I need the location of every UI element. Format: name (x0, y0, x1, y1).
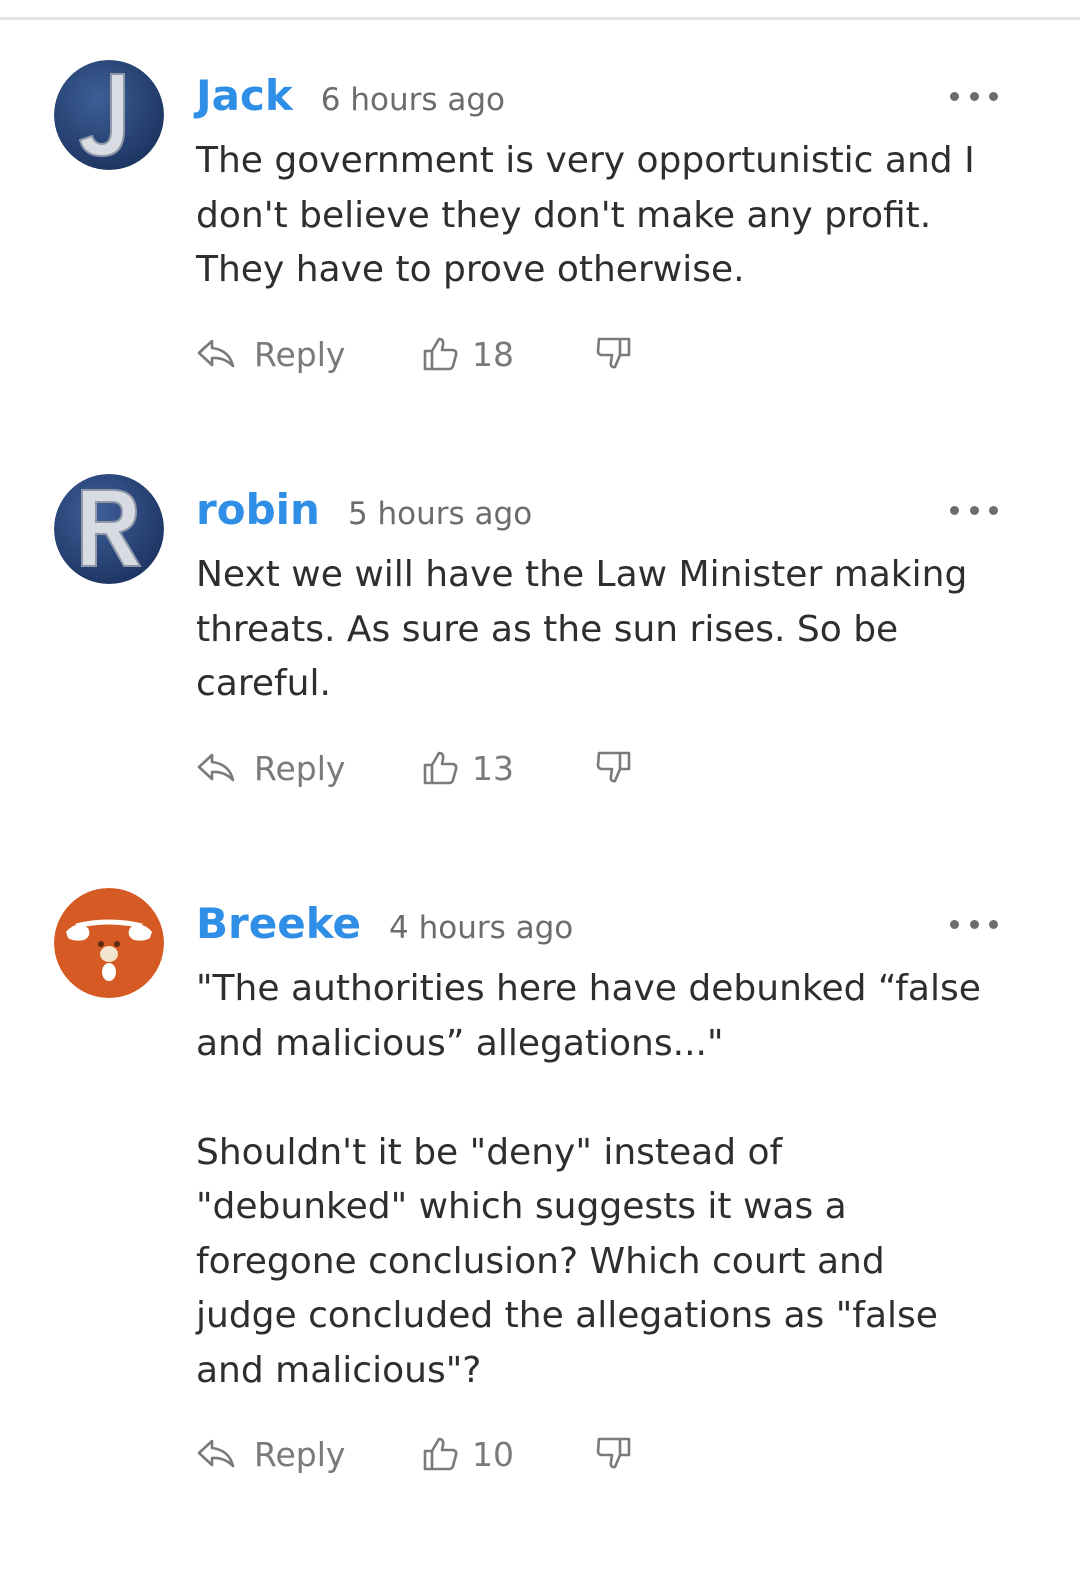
reply-button[interactable]: Reply (196, 1432, 345, 1476)
more-options-icon[interactable] (950, 88, 998, 104)
like-button[interactable]: 18 (422, 332, 514, 376)
avatar-r-image (54, 474, 164, 584)
timestamp: 6 hours ago (320, 82, 506, 118)
avatar-cartoon-image (54, 888, 164, 998)
reply-icon (197, 339, 235, 368)
dislike-button[interactable] (596, 1436, 632, 1476)
avatar[interactable] (54, 60, 164, 170)
like-count: 13 (472, 748, 514, 788)
dislike-button[interactable] (596, 750, 632, 790)
dislike-button[interactable] (596, 336, 632, 376)
comment-actions: Reply 10 (196, 1432, 656, 1476)
avatar[interactable] (54, 474, 164, 584)
timestamp: 4 hours ago (389, 910, 574, 946)
comment-text: "The authorities here have debunked “fal… (196, 968, 981, 1391)
more-options-icon[interactable] (950, 916, 998, 932)
reply-label: Reply (254, 748, 346, 788)
reply-button[interactable]: Reply (196, 332, 345, 376)
thumbs-up-icon (423, 337, 458, 371)
thumbs-down-icon (596, 337, 631, 369)
avatar[interactable] (54, 888, 164, 998)
author-name[interactable]: robin (196, 474, 320, 546)
comment-actions: Reply 18 (196, 332, 656, 376)
comment-actions: Reply 13 (196, 746, 656, 790)
like-count: 10 (472, 1434, 514, 1474)
thumbs-up-icon (423, 751, 458, 785)
reply-icon (197, 1439, 235, 1468)
author-name[interactable]: Breeke (196, 888, 361, 960)
avatar-j-image (54, 60, 164, 170)
comment-text: Next we will have the Law Minister makin… (196, 554, 968, 704)
top-divider (0, 17, 1080, 20)
more-options-icon[interactable] (950, 502, 998, 518)
like-button[interactable]: 10 (422, 1432, 514, 1476)
thumbs-up-icon (423, 1437, 458, 1471)
author-name[interactable]: Jack (196, 60, 293, 132)
like-button[interactable]: 13 (422, 746, 514, 790)
reply-button[interactable]: Reply (196, 746, 345, 790)
timestamp: 5 hours ago (347, 496, 533, 532)
thumbs-down-icon (596, 1437, 631, 1469)
comment-text: The government is very opportunistic and… (196, 140, 975, 290)
reply-icon (197, 753, 235, 782)
thumbs-down-icon (596, 751, 631, 783)
reply-label: Reply (254, 1434, 346, 1474)
like-count: 18 (472, 334, 514, 374)
reply-label: Reply (254, 334, 346, 374)
